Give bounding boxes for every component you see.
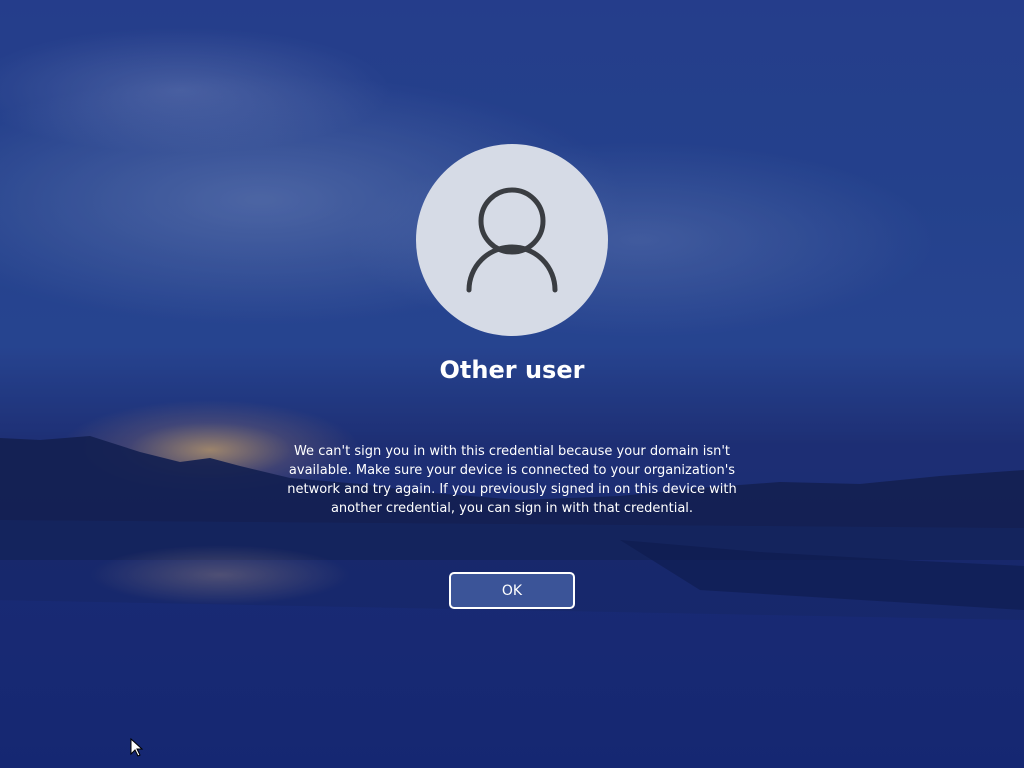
mouse-pointer-icon: [130, 738, 144, 757]
user-name: Other user: [439, 356, 585, 384]
sign-in-error-message: We can't sign you in with this credentia…: [287, 444, 737, 516]
ok-button[interactable]: OK: [449, 572, 575, 609]
person-icon: [466, 187, 558, 293]
user-avatar: [416, 144, 608, 336]
